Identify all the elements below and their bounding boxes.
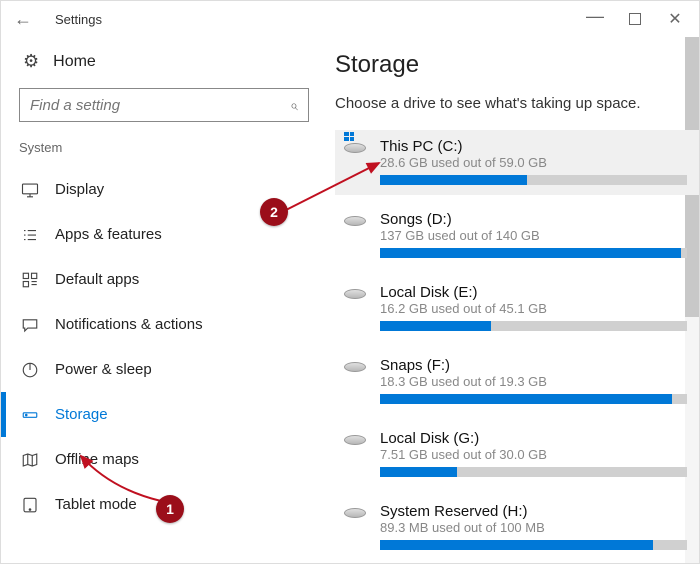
drive-name: Local Disk (G:) bbox=[380, 430, 687, 447]
titlebar: ← Settings — ✕ bbox=[1, 1, 699, 37]
drive-usage: 18.3 GB used out of 19.3 GB bbox=[380, 374, 687, 389]
drive-usage: 89.3 MB used out of 100 MB bbox=[380, 520, 687, 535]
drive-icon bbox=[340, 430, 370, 477]
category-label: System bbox=[1, 140, 327, 167]
gear-icon: ⚙ bbox=[23, 51, 39, 72]
sidebar-item-label: Storage bbox=[55, 406, 108, 423]
annotation-badge-1: 1 bbox=[156, 495, 184, 523]
drive-icon bbox=[340, 503, 370, 550]
drive-name: System Reserved (H:) bbox=[380, 503, 687, 520]
drive-info: Local Disk (G:)7.51 GB used out of 30.0 … bbox=[370, 430, 687, 477]
monitor-icon bbox=[19, 181, 41, 199]
sidebar: ⚙ Home ⌕ System Display Apps & features … bbox=[1, 37, 327, 563]
close-button[interactable]: ✕ bbox=[655, 3, 695, 35]
windows-logo-icon bbox=[344, 132, 354, 141]
sidebar-item-notifications[interactable]: Notifications & actions bbox=[1, 302, 327, 347]
drive-name: Local Disk (E:) bbox=[380, 284, 687, 301]
drive-icon bbox=[340, 211, 370, 258]
sidebar-item-label: Tablet mode bbox=[55, 496, 137, 513]
drive-usage: 7.51 GB used out of 30.0 GB bbox=[380, 447, 687, 462]
usage-bar bbox=[380, 394, 687, 404]
drive-row[interactable]: Local Disk (G:)7.51 GB used out of 30.0 … bbox=[335, 422, 699, 487]
usage-bar bbox=[380, 321, 687, 331]
drive-name: This PC (C:) bbox=[380, 138, 687, 155]
sidebar-item-offline-maps[interactable]: Offline maps bbox=[1, 437, 327, 482]
page-title: Storage bbox=[335, 51, 699, 79]
drive-row[interactable]: Songs (D:)137 GB used out of 140 GB bbox=[335, 203, 699, 268]
search-input[interactable] bbox=[30, 97, 290, 114]
storage-icon bbox=[19, 406, 41, 424]
back-button[interactable]: ← bbox=[5, 9, 41, 30]
window-controls: — ✕ bbox=[575, 3, 695, 35]
grid-icon bbox=[19, 271, 41, 289]
drive-info: Local Disk (E:)16.2 GB used out of 45.1 … bbox=[370, 284, 687, 331]
minimize-button[interactable]: — bbox=[575, 3, 615, 35]
sidebar-item-label: Notifications & actions bbox=[55, 316, 203, 333]
drive-info: Songs (D:)137 GB used out of 140 GB bbox=[370, 211, 687, 258]
page-description: Choose a drive to see what's taking up s… bbox=[335, 95, 699, 112]
drive-list: This PC (C:)28.6 GB used out of 59.0 GB S… bbox=[335, 130, 699, 560]
map-icon bbox=[19, 451, 41, 469]
power-icon bbox=[19, 361, 41, 379]
list-icon bbox=[19, 226, 41, 244]
maximize-button[interactable] bbox=[615, 3, 655, 35]
chat-icon bbox=[19, 316, 41, 334]
drive-row[interactable]: This PC (C:)28.6 GB used out of 59.0 GB bbox=[335, 130, 699, 195]
drive-usage: 28.6 GB used out of 59.0 GB bbox=[380, 155, 687, 170]
drive-icon bbox=[340, 284, 370, 331]
main-panel: Storage Choose a drive to see what's tak… bbox=[327, 37, 699, 563]
usage-bar bbox=[380, 175, 687, 185]
sidebar-item-power[interactable]: Power & sleep bbox=[1, 347, 327, 392]
drive-icon bbox=[340, 138, 370, 185]
sidebar-item-default-apps[interactable]: Default apps bbox=[1, 257, 327, 302]
usage-bar bbox=[380, 540, 687, 550]
drive-info: Snaps (F:)18.3 GB used out of 19.3 GB bbox=[370, 357, 687, 404]
drive-name: Snaps (F:) bbox=[380, 357, 687, 374]
sidebar-item-label: Default apps bbox=[55, 271, 139, 288]
sidebar-item-label: Power & sleep bbox=[55, 361, 152, 378]
home-link[interactable]: ⚙ Home bbox=[1, 45, 327, 88]
drive-info: System Reserved (H:)89.3 MB used out of … bbox=[370, 503, 687, 550]
drive-usage: 16.2 GB used out of 45.1 GB bbox=[380, 301, 687, 316]
usage-bar bbox=[380, 248, 687, 258]
drive-row[interactable]: Snaps (F:)18.3 GB used out of 19.3 GB bbox=[335, 349, 699, 414]
search-box[interactable]: ⌕ bbox=[19, 88, 309, 122]
sidebar-item-label: Offline maps bbox=[55, 451, 139, 468]
sidebar-item-label: Display bbox=[55, 181, 104, 198]
usage-bar bbox=[380, 467, 687, 477]
drive-usage: 137 GB used out of 140 GB bbox=[380, 228, 687, 243]
drive-info: This PC (C:)28.6 GB used out of 59.0 GB bbox=[370, 138, 687, 185]
sidebar-item-storage[interactable]: Storage bbox=[1, 392, 327, 437]
tablet-icon bbox=[19, 496, 41, 514]
search-icon: ⌕ bbox=[290, 97, 298, 114]
drive-name: Songs (D:) bbox=[380, 211, 687, 228]
sidebar-item-label: Apps & features bbox=[55, 226, 162, 243]
annotation-badge-2: 2 bbox=[260, 198, 288, 226]
window-title: Settings bbox=[41, 12, 575, 27]
drive-icon bbox=[340, 357, 370, 404]
drive-row[interactable]: System Reserved (H:)89.3 MB used out of … bbox=[335, 495, 699, 560]
home-label: Home bbox=[53, 53, 96, 71]
drive-row[interactable]: Local Disk (E:)16.2 GB used out of 45.1 … bbox=[335, 276, 699, 341]
